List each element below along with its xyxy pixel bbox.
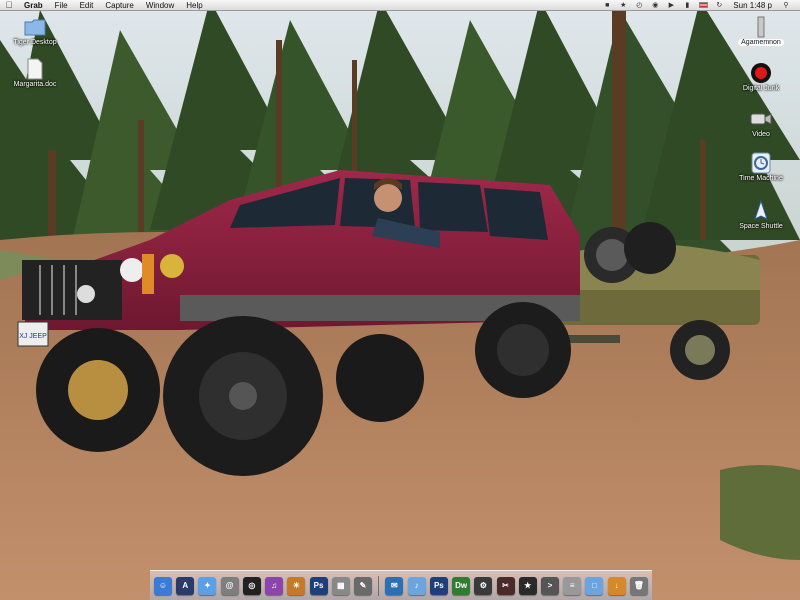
desktop-icon-margarita-doc[interactable]: Margarita.doc	[0, 58, 70, 88]
menu-edit[interactable]: Edit	[74, 0, 100, 11]
battery-icon[interactable]: ▮	[682, 1, 692, 9]
photoshop-icon[interactable]: Ps	[309, 576, 328, 595]
menubar-clock[interactable]: Sun 1:48 p	[733, 1, 772, 10]
desktop-icon-digital-junk[interactable]: Digital Junk	[726, 62, 796, 92]
trash-icon[interactable]: 🗑	[629, 576, 648, 595]
dreamweaver-icon[interactable]: Dw	[452, 576, 471, 595]
apple-menu-icon[interactable]: 	[0, 0, 18, 10]
menu-capture[interactable]: Capture	[99, 0, 139, 11]
spotlight-icon[interactable]: ⚲	[781, 1, 791, 9]
desktop-icon-label: Agamemnon	[738, 39, 784, 46]
desktop-icon-label: Video	[752, 131, 770, 138]
final-cut-icon[interactable]: ✂	[496, 576, 515, 595]
terminal-icon[interactable]: >	[540, 576, 559, 595]
desktop-icon-tiger-desktop[interactable]: Tiger Desktop	[0, 16, 70, 46]
camera-icon	[750, 108, 772, 130]
shuttle-icon	[750, 200, 772, 222]
desktop-icon-space-shuttle[interactable]: Space Shuttle	[726, 200, 796, 230]
app-store-icon[interactable]: A	[176, 576, 195, 595]
document-icon	[24, 58, 46, 80]
dock: ☺ A ✦ @ ◎ ♫ ☀ Ps ▦ ✎ ✉ ♪ Ps Dw ⚙ ✂ ★ > ≡…	[150, 570, 652, 600]
volume-icon[interactable]: ▶	[666, 1, 676, 9]
time-machine-icon	[750, 152, 772, 174]
bluetooth-icon[interactable]: ★	[618, 1, 628, 9]
desktop-wallpaper: XJ JEEP	[0, 0, 800, 600]
textedit-icon[interactable]: ✎	[353, 576, 372, 595]
folder-icon	[24, 16, 46, 38]
downloads-icon[interactable]: ↓	[607, 576, 626, 595]
desktop-icon-video[interactable]: Video	[726, 108, 796, 138]
imovie-icon[interactable]: ★	[518, 576, 537, 595]
desktop-icon-time-machine[interactable]: Time Machine	[726, 152, 796, 182]
desktop-icon-label: Tiger Desktop	[13, 39, 57, 46]
dashboard-icon[interactable]: ◎	[242, 576, 261, 595]
menu-app-name[interactable]: Grab	[18, 0, 49, 11]
finder-icon[interactable]: ☺	[154, 576, 172, 595]
license-plate-text: XJ JEEP	[19, 333, 47, 340]
safari-icon[interactable]: ✦	[198, 576, 217, 595]
menu-extras: ■ ★ ◴ ◉ ▶ ▮ ↻ Sun 1:48 p ⚲	[599, 0, 800, 11]
dock-separator	[378, 575, 380, 596]
red-drive-icon	[750, 62, 772, 84]
time-machine-status-icon[interactable]: ◴	[634, 1, 644, 9]
menu-file[interactable]: File	[49, 0, 74, 11]
desktop-icon-label: Digital Junk	[742, 85, 780, 92]
address-book-icon[interactable]: @	[220, 576, 239, 595]
itunes-store-icon[interactable]: ♪	[407, 576, 426, 595]
menu-help[interactable]: Help	[180, 0, 208, 11]
desktop-icon-label: Space Shuttle	[739, 223, 783, 230]
wifi-icon[interactable]: ◉	[650, 1, 660, 9]
input-menu-flag-icon[interactable]	[698, 1, 708, 9]
folder-stack-icon[interactable]: □	[585, 576, 604, 595]
script-menu-icon[interactable]: ■	[602, 1, 612, 9]
automator-icon[interactable]: ⚙	[474, 576, 493, 595]
sync-icon[interactable]: ↻	[714, 1, 724, 9]
itunes-icon[interactable]: ♫	[265, 576, 284, 595]
preview-icon[interactable]: ▦	[331, 576, 350, 595]
menu-window[interactable]: Window	[140, 0, 180, 11]
menu-bar:  Grab File Edit Capture Window Help ■ ★…	[0, 0, 800, 11]
desktop-icon-agamemnon[interactable]: Agamemnon	[726, 16, 796, 46]
activity-monitor-icon[interactable]: ≡	[563, 576, 582, 595]
photoshop-dock-icon[interactable]: Ps	[429, 576, 448, 595]
desktop-icon-label: Time Machine	[739, 175, 783, 182]
ichat-icon[interactable]: ✉	[385, 576, 404, 595]
iphoto-icon[interactable]: ☀	[287, 576, 306, 595]
hard-drive-icon	[750, 16, 772, 38]
desktop-icon-label: Margarita.doc	[13, 81, 57, 88]
